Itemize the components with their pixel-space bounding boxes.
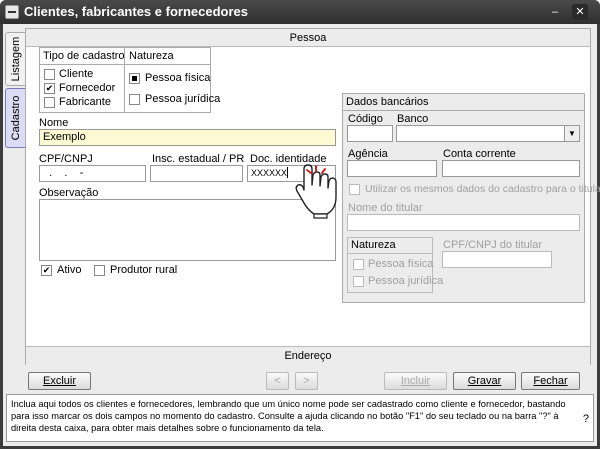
title-bar: Clientes, fabricantes e fornecedores – ✕ [0, 0, 600, 24]
nome-input[interactable]: Exemplo [39, 129, 336, 146]
banco-select[interactable]: ▼ [396, 125, 580, 142]
help-question-button[interactable]: ? [583, 413, 589, 425]
pessoa-fisica-label: Pessoa física [145, 72, 211, 84]
cpf-input[interactable]: . . - [39, 165, 146, 182]
conta-corrente-input[interactable] [442, 160, 580, 177]
next-button[interactable]: > [295, 372, 318, 390]
window-title: Clientes, fabricantes e fornecedores [24, 4, 248, 19]
agencia-label: Agência [348, 148, 388, 160]
help-text: Inclua aqui todos os clientes e forneced… [11, 399, 566, 433]
natureza-titular-box: Natureza Pessoa física Pessoa jurídica [347, 237, 443, 293]
text-caret [287, 167, 289, 178]
agencia-input[interactable] [347, 160, 437, 177]
fabricante-label: Fabricante [59, 96, 111, 108]
pessoa-juridica-label: Pessoa jurídica [145, 93, 221, 105]
gravar-button[interactable]: Gravar [453, 372, 516, 390]
help-text-box: Inclua aqui todos os clientes e forneced… [6, 394, 594, 442]
banco-label: Banco [397, 113, 429, 125]
minimize-button[interactable]: – [547, 4, 563, 20]
titular-pessoa-fisica-radio[interactable] [353, 259, 364, 270]
nome-titular-input[interactable] [347, 214, 580, 231]
usar-mesmos-dados-checkbox[interactable] [349, 184, 360, 195]
chevron-down-icon[interactable]: ▼ [564, 126, 579, 141]
tipo-natureza-box: Tipo de cadastro Natureza Cliente ✔ Forn… [39, 47, 220, 113]
app-window: Clientes, fabricantes e fornecedores – ✕… [0, 0, 600, 449]
nome-titular-label: Nome do titular [348, 202, 423, 214]
action-toolbar: Excluir < > Incluir Gravar Fechar [3, 368, 597, 392]
fechar-label: Fechar [533, 375, 568, 387]
produtor-rural-checkbox[interactable] [94, 265, 105, 276]
cpf-titular-input[interactable] [442, 251, 552, 268]
codigo-input[interactable] [347, 125, 393, 142]
ativo-checkbox[interactable]: ✔ [41, 265, 52, 276]
cliente-checkbox[interactable] [44, 69, 55, 80]
ativo-label: Ativo [57, 264, 82, 276]
insc-estadual-input[interactable] [150, 165, 243, 182]
usar-mesmos-dados-label: Utilizar os mesmos dados do cadastro par… [365, 183, 600, 195]
fabricante-checkbox[interactable] [44, 97, 55, 108]
excluir-label: Excluir [42, 375, 76, 387]
hand-pointer-icon [295, 164, 337, 219]
nome-label: Nome [39, 117, 69, 129]
window-client-area: Listagem Cadastro Pessoa Tipo de cadastr… [3, 24, 600, 446]
tab-cadastro-label: Cadastro [9, 95, 22, 141]
observacao-label: Observação [39, 187, 99, 199]
insc-estadual-label: Insc. estadual / PR [152, 153, 245, 165]
window-menu-icon[interactable] [5, 5, 19, 19]
natureza-header: Natureza [129, 50, 174, 62]
titular-pessoa-juridica-label: Pessoa jurídica [368, 275, 444, 287]
section-endereco[interactable]: Endereço [26, 346, 590, 365]
close-button[interactable]: ✕ [572, 4, 588, 20]
gravar-label: Gravar [467, 375, 502, 387]
incluir-button[interactable]: Incluir [384, 372, 447, 390]
natureza-titular-header: Natureza [351, 239, 396, 251]
dados-bancarios-group: Dados bancários Código Banco ▼ Agência C… [342, 93, 600, 303]
cpf-label: CPF/CNPJ [39, 153, 93, 165]
fechar-button[interactable]: Fechar [521, 372, 580, 390]
cpf-titular-label: CPF/CNPJ do titular [443, 239, 543, 251]
fornecedor-label: Fornecedor [59, 82, 116, 94]
tipo-cadastro-header: Tipo de cadastro [43, 50, 125, 62]
tab-cadastro[interactable]: Cadastro [5, 88, 25, 148]
pessoa-fisica-radio[interactable] [129, 73, 140, 84]
cliente-label: Cliente [59, 68, 94, 80]
titular-pessoa-juridica-radio[interactable] [353, 276, 364, 287]
tab-listagem[interactable]: Listagem [5, 32, 25, 86]
excluir-button[interactable]: Excluir [28, 372, 91, 390]
pessoa-juridica-radio[interactable] [129, 94, 140, 105]
conta-corrente-label: Conta corrente [443, 148, 516, 160]
codigo-label: Código [348, 113, 383, 125]
doc-identidade-value: XXXXXX [251, 168, 288, 178]
section-pessoa[interactable]: Pessoa [26, 29, 590, 47]
dados-bancarios-header: Dados bancários [346, 96, 429, 108]
tab-listagem-label: Listagem [9, 36, 22, 82]
titular-pessoa-fisica-label: Pessoa física [368, 258, 434, 270]
incluir-label: Incluir [400, 375, 431, 387]
previous-button[interactable]: < [266, 372, 289, 390]
produtor-rural-label: Produtor rural [110, 264, 178, 276]
fornecedor-checkbox[interactable]: ✔ [44, 83, 55, 94]
observacao-textarea[interactable] [39, 199, 336, 261]
